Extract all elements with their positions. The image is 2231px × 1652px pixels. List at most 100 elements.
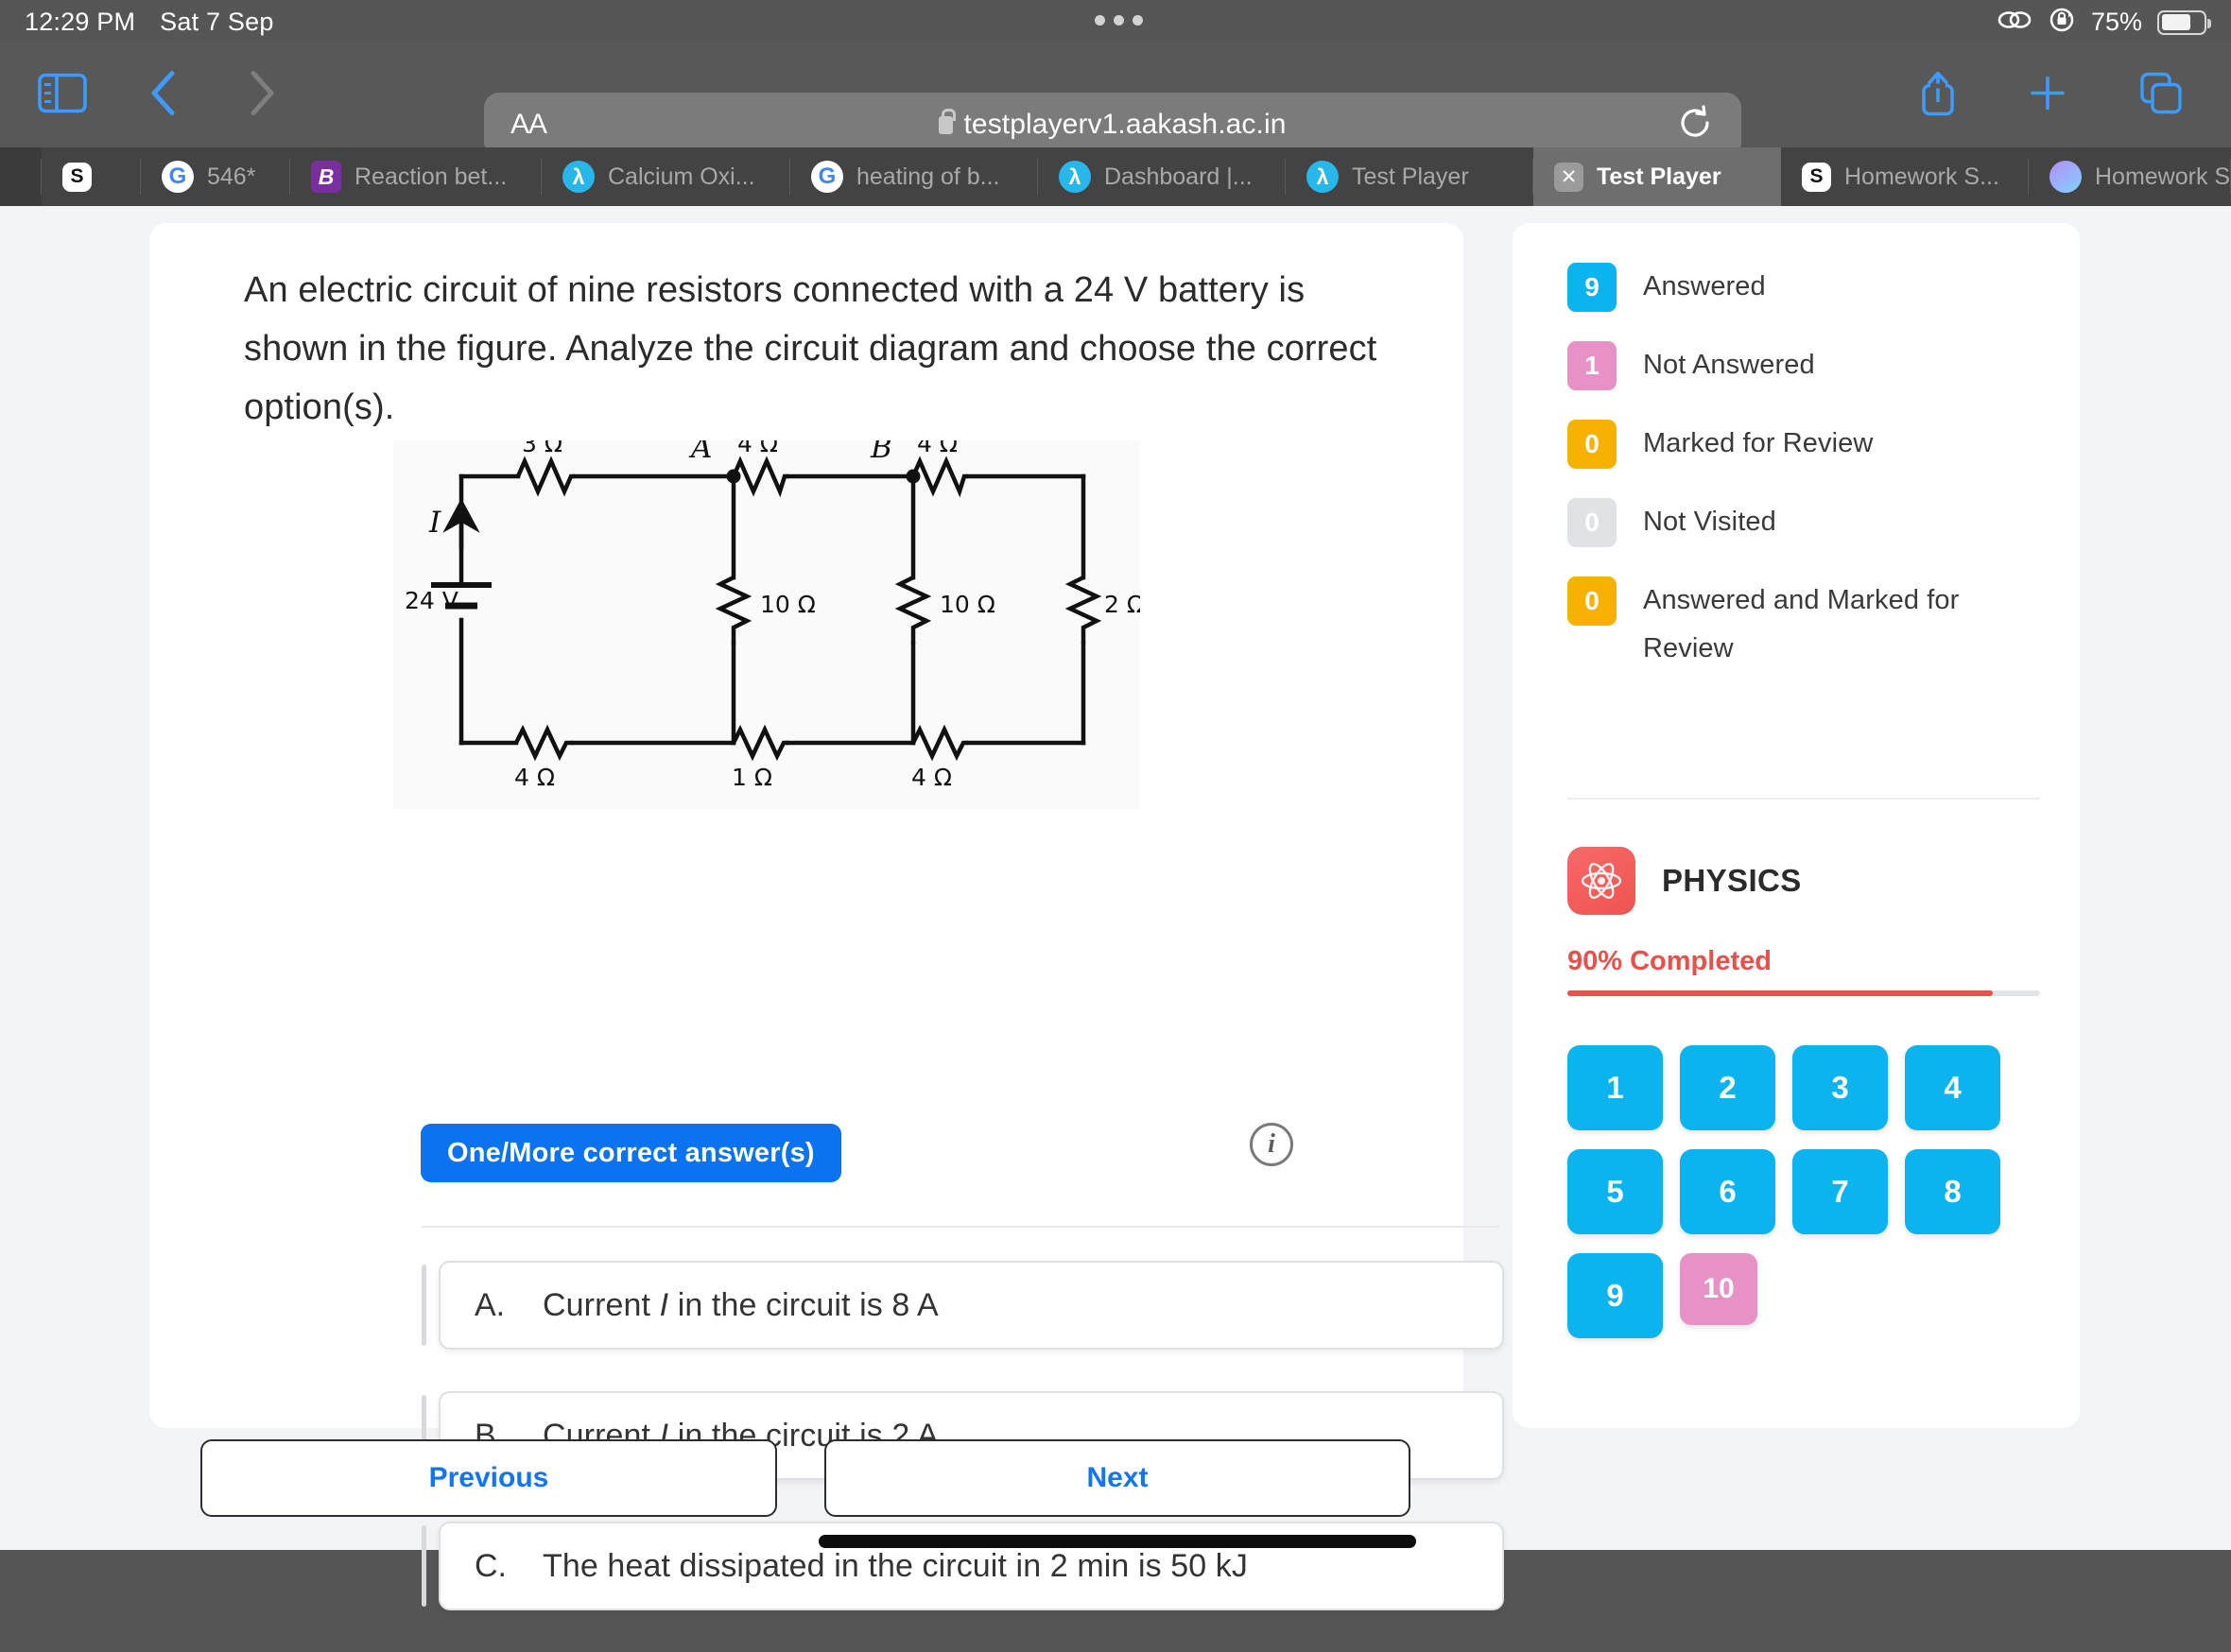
legend-label: Not Answered: [1643, 350, 1815, 380]
ios-status-bar: 12:29 PM Sat 7 Sep 75%: [0, 0, 2231, 43]
atom-icon: [1567, 847, 1635, 915]
label-r-v-2: 10 Ω: [940, 591, 995, 618]
progress-track: [1567, 990, 2040, 996]
browser-tab[interactable]: G 546*: [141, 147, 290, 206]
legend-label: Marked for Review: [1643, 428, 1874, 458]
page-content: An electric circuit of nine resistors co…: [0, 206, 2231, 1610]
info-icon[interactable]: i: [1250, 1123, 1293, 1166]
label-r-top-3: 4 Ω: [917, 440, 958, 457]
question-number-3[interactable]: 3: [1792, 1045, 1888, 1130]
legend-label: Not Visited: [1643, 507, 1776, 537]
question-palette-panel: 9 Answered 1 Not Answered 0 Marked for R…: [1513, 223, 2080, 1428]
status-bar-date: Sat 7 Sep: [160, 8, 274, 36]
battery-icon: [2157, 9, 2211, 35]
tab-title: heating of b...: [856, 163, 1000, 190]
legend-row-not-visited: 0 Not Visited: [1567, 498, 2040, 547]
question-number-4[interactable]: 4: [1905, 1045, 2000, 1130]
question-number-9[interactable]: 9: [1567, 1253, 1663, 1338]
new-tab-icon[interactable]: [2027, 73, 2068, 119]
question-text: An electric circuit of nine resistors co…: [244, 270, 1377, 427]
lock-icon: [939, 108, 957, 134]
browser-tab[interactable]: G heating of b...: [790, 147, 1038, 206]
browser-tab[interactable]: λ Calcium Oxi...: [542, 147, 790, 206]
next-button[interactable]: Next: [824, 1439, 1410, 1517]
label-r-v-1: 10 Ω: [760, 591, 816, 618]
option-a[interactable]: A. Current I in the circuit is 8 A: [439, 1261, 1504, 1350]
label-r-bot-2: 1 Ω: [732, 764, 772, 791]
legend-row-answered: 9 Answered: [1567, 263, 2040, 312]
tabs-overview-icon[interactable]: [2138, 71, 2184, 121]
aakash-icon: λ: [562, 161, 595, 193]
progress-fill: [1567, 990, 1993, 996]
label-r-top-2: 4 Ω: [737, 440, 778, 457]
url-text: testplayerv1.aakash.ac.in: [963, 109, 1287, 140]
status-badge: 0: [1567, 576, 1617, 626]
browser-tab[interactable]: S: [42, 147, 141, 206]
label-current: I: [428, 506, 441, 540]
answer-type-badge[interactable]: One/More correct answer(s): [421, 1124, 841, 1182]
subject-name: PHYSICS: [1662, 863, 1802, 898]
legend-label: Answered and Marked for Review: [1643, 585, 1960, 663]
tab-spacer: [0, 147, 42, 206]
prism-icon: [2049, 161, 2082, 193]
forward-button[interactable]: [248, 69, 276, 123]
chain-link-icon: [1997, 8, 2032, 37]
previous-button[interactable]: Previous: [200, 1439, 777, 1517]
option-row: A. Current I in the circuit is 8 A: [422, 1261, 1504, 1350]
label-r-bot-3: 4 Ω: [911, 764, 952, 791]
question-number-1[interactable]: 1: [1567, 1045, 1663, 1130]
panel-divider: [1567, 798, 2040, 800]
legend-row-not-answered: 1 Not Answered: [1567, 341, 2040, 390]
question-number-8[interactable]: 8: [1905, 1149, 2000, 1234]
option-letter: C.: [475, 1547, 507, 1584]
status-legend: 9 Answered 1 Not Answered 0 Marked for R…: [1567, 263, 2040, 702]
tab-title: Reaction bet...: [355, 163, 508, 190]
status-badge: 1: [1567, 341, 1617, 390]
section-divider: [422, 1226, 1499, 1228]
legend-row-answered-and-marked: 0 Answered and Marked for Review: [1567, 576, 2040, 673]
circuit-diagram-figure: 3 Ω 4 Ω 4 Ω 4 Ω 1 Ω 4 Ω 10 Ω 10 Ω 2 Ω 24…: [393, 440, 1140, 809]
question-number-2[interactable]: 2: [1680, 1045, 1775, 1130]
status-bar-time: 12:29 PM: [25, 8, 136, 36]
node-b-dot: [906, 469, 921, 484]
question-number-6[interactable]: 6: [1680, 1149, 1775, 1234]
sidebar-icon[interactable]: [38, 73, 87, 118]
tab-title: Test Player: [1597, 163, 1721, 190]
status-badge: 0: [1567, 498, 1617, 547]
option-letter: A.: [475, 1286, 506, 1323]
label-node-b: B: [870, 440, 892, 465]
progress-label: 90% Completed: [1567, 946, 1772, 976]
home-indicator: [819, 1535, 1416, 1548]
question-number-5[interactable]: 5: [1567, 1149, 1663, 1234]
sheets-icon: S: [62, 162, 92, 192]
browser-tab[interactable]: S Homework S...: [1781, 147, 2029, 206]
google-icon: G: [811, 161, 843, 193]
label-battery: 24 V: [405, 587, 458, 614]
question-number-10[interactable]: 10: [1680, 1253, 1757, 1325]
tab-title: Dashboard |...: [1104, 163, 1253, 190]
label-r-top-1: 3 Ω: [522, 440, 562, 457]
multitasking-dots[interactable]: [1095, 15, 1143, 26]
option-accent-bar: [422, 1265, 426, 1346]
reload-icon[interactable]: [1679, 104, 1713, 146]
share-icon[interactable]: [1917, 69, 1959, 123]
node-a-dot: [726, 469, 741, 484]
circuit-diagram-svg: 3 Ω 4 Ω 4 Ω 4 Ω 1 Ω 4 Ω 10 Ω 10 Ω 2 Ω 24…: [393, 440, 1140, 809]
label-node-a: A: [688, 440, 712, 465]
label-r-v-3: 2 Ω: [1104, 591, 1140, 618]
brainly-icon: B: [311, 161, 341, 193]
status-bar-right: 75%: [1997, 6, 2211, 39]
tab-title: Homework S...: [2095, 163, 2231, 190]
status-bar-left: 12:29 PM Sat 7 Sep: [25, 8, 274, 37]
browser-tab-active[interactable]: ✕ Test Player: [1533, 147, 1781, 206]
browser-tab[interactable]: Homework S...: [2029, 147, 2231, 206]
browser-tab[interactable]: λ Test Player: [1286, 147, 1533, 206]
status-badge: 9: [1567, 263, 1617, 312]
label-r-bot-1: 4 Ω: [514, 764, 555, 791]
close-icon[interactable]: ✕: [1554, 162, 1583, 192]
browser-tab[interactable]: λ Dashboard |...: [1038, 147, 1286, 206]
subject-header: PHYSICS: [1567, 847, 1802, 915]
back-button[interactable]: [149, 69, 178, 123]
question-number-7[interactable]: 7: [1792, 1149, 1888, 1234]
browser-tab[interactable]: B Reaction bet...: [290, 147, 542, 206]
